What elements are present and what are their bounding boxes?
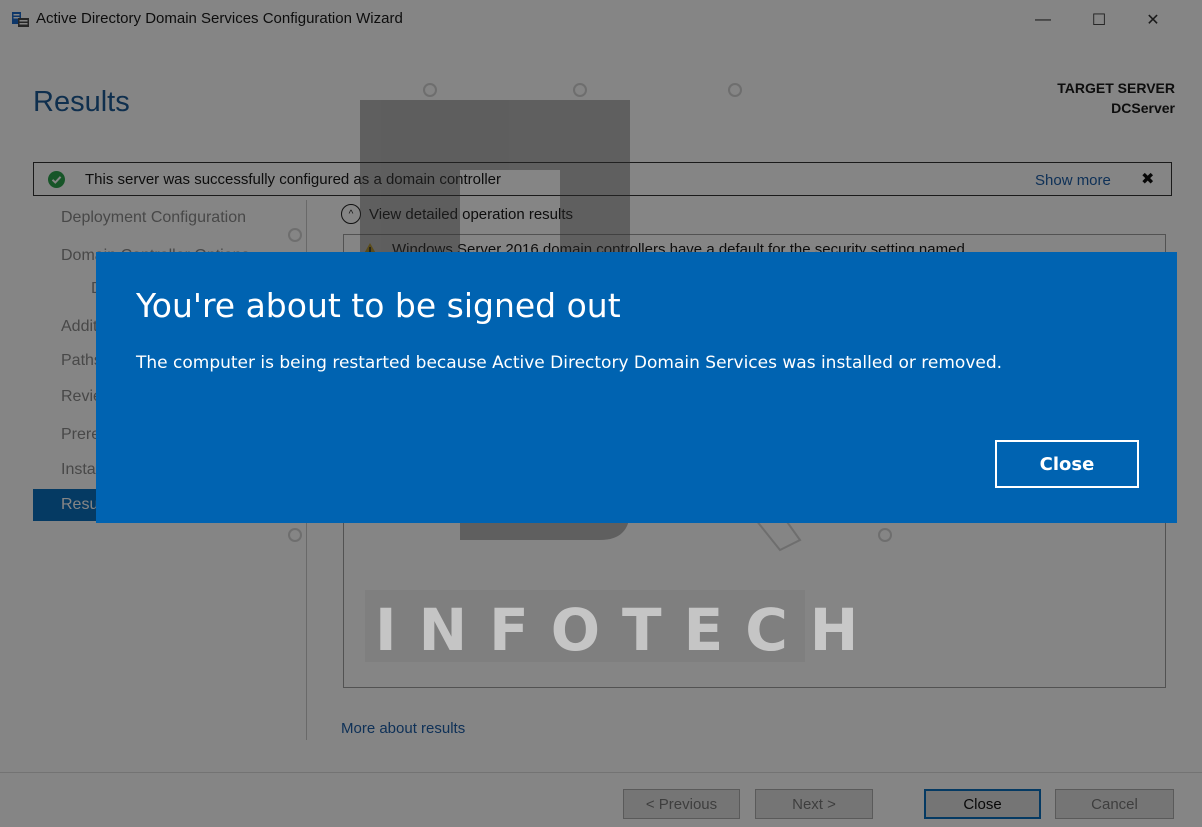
- signout-close-button[interactable]: Close: [995, 440, 1139, 488]
- signout-dialog: You're about to be signed out The comput…: [96, 252, 1177, 523]
- watermark-text: INFOTECH: [375, 596, 880, 664]
- signout-message: The computer is being restarted because …: [136, 353, 1003, 373]
- signout-title: You're about to be signed out: [136, 286, 621, 325]
